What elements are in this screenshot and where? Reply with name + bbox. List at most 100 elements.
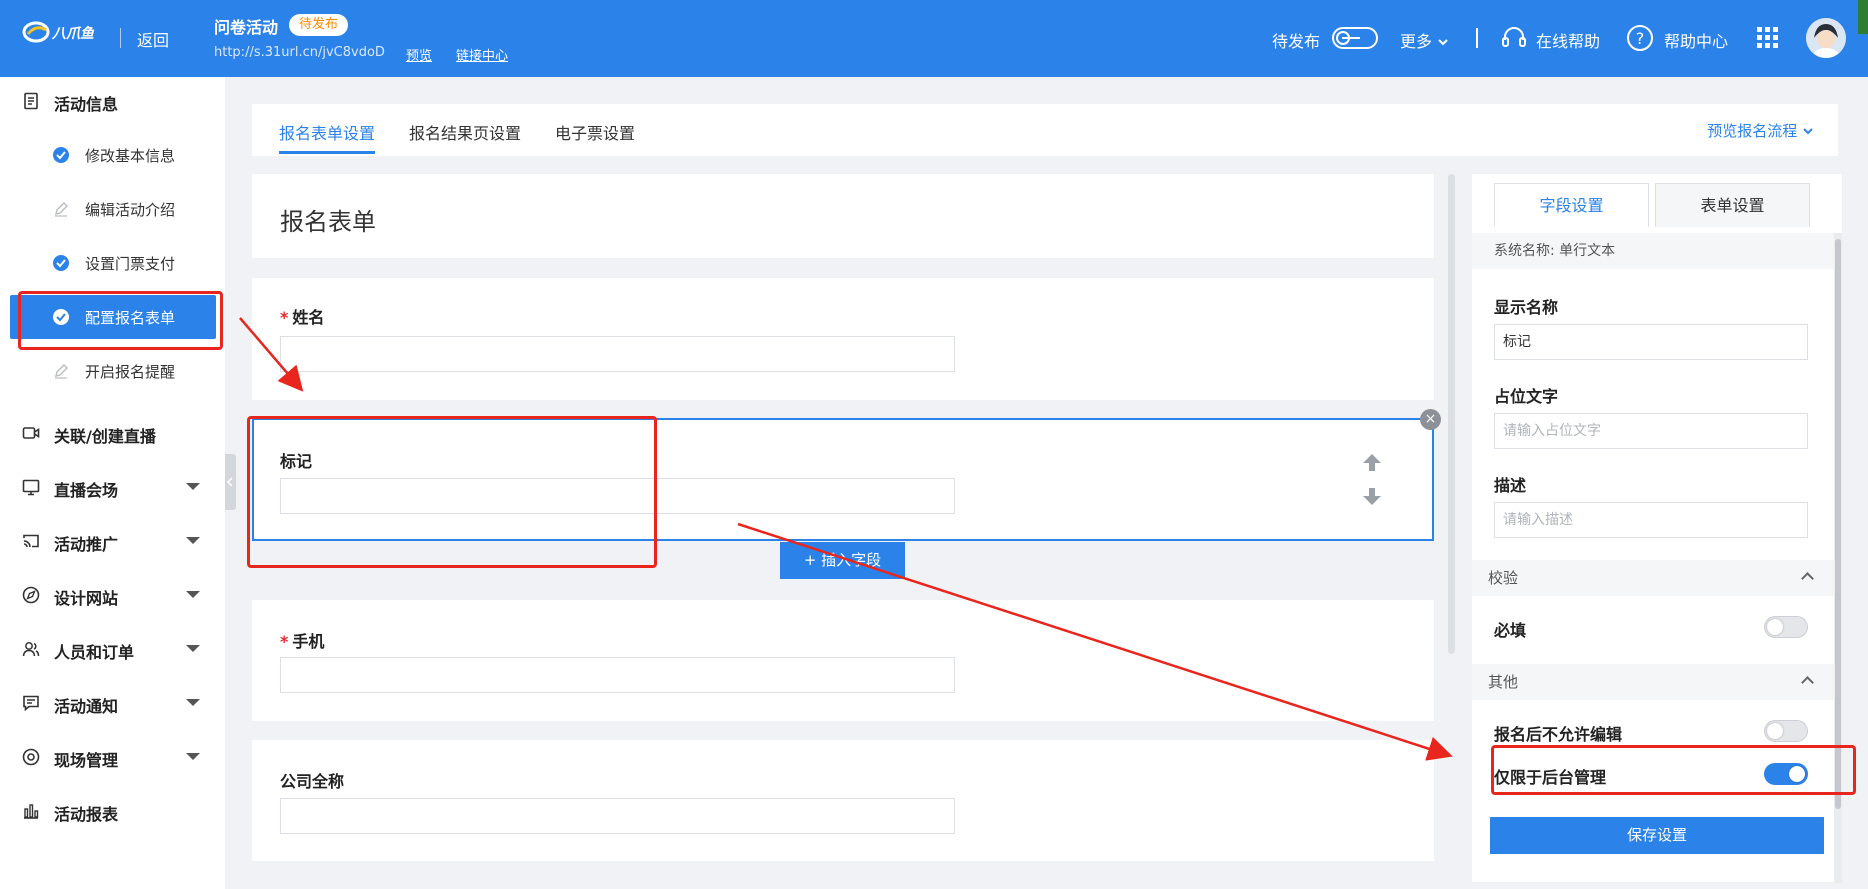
sidebar-item-people-orders[interactable]: 人员和订单	[0, 629, 225, 669]
avatar-icon	[1806, 18, 1846, 58]
sidebar-item-live-venue[interactable]: 直播会场	[0, 467, 225, 507]
form-field-phone[interactable]: * 手机	[252, 600, 1434, 721]
question-icon[interactable]: ?	[1626, 24, 1654, 52]
panel-scrollbar-thumb[interactable]	[1835, 239, 1841, 809]
header-divider	[120, 28, 121, 48]
more-menu[interactable]: 更多	[1400, 28, 1449, 52]
top-header: 八爪鱼 返回 问卷活动 待发布 http://s.31url.cn/jvC8vd…	[0, 0, 1868, 77]
move-up-icon[interactable]	[1361, 452, 1383, 474]
tab-result-page-settings[interactable]: 报名结果页设置	[409, 120, 521, 144]
publish-toggle[interactable]	[1332, 27, 1378, 49]
form-field-company[interactable]: 公司全称	[252, 740, 1434, 861]
sidebar-collapse-handle[interactable]	[225, 454, 236, 510]
publish-status-label: 待发布	[1272, 32, 1321, 51]
sidebar-sub-reminder[interactable]: 开启报名提醒	[0, 351, 225, 391]
sidebar-item-label: 直播会场	[54, 481, 119, 500]
display-name-label: 显示名称	[1494, 298, 1559, 317]
form-title-card: 报名表单	[252, 174, 1434, 258]
insert-field-button[interactable]: + 插入字段	[780, 542, 905, 579]
preview-link[interactable]: 预览	[406, 45, 432, 64]
chevron-up-icon	[1801, 676, 1814, 689]
required-switch[interactable]	[1764, 616, 1808, 638]
save-settings-button[interactable]: 保存设置	[1490, 817, 1824, 854]
video-icon	[22, 427, 40, 439]
display-name-input[interactable]: 标记	[1494, 324, 1808, 360]
system-name: 系统名称: 单行文本	[1472, 233, 1834, 269]
caret-down-icon	[186, 591, 200, 598]
settings-tabs: 报名表单设置 报名结果页设置 电子票设置 预览报名流程	[252, 104, 1838, 156]
svg-text:八爪鱼: 八爪鱼	[51, 25, 95, 42]
monitor-icon	[22, 479, 40, 496]
check-circle-icon	[53, 147, 69, 163]
sidebar-item-activity-info[interactable]: 活动信息	[0, 81, 225, 121]
caret-down-icon	[186, 645, 200, 652]
sidebar-item-live[interactable]: 关联/创建直播	[0, 413, 225, 453]
tab-eticket-settings[interactable]: 电子票设置	[555, 120, 635, 144]
svg-text:?: ?	[1636, 29, 1645, 48]
field-label-company: 公司全称	[280, 772, 345, 791]
required-asterisk: *	[280, 632, 289, 651]
sidebar-sub-ticket-payment[interactable]: 设置门票支付	[0, 243, 225, 283]
help-center-link[interactable]: 帮助中心	[1664, 28, 1728, 52]
field-label-name: * 姓名	[280, 308, 325, 327]
section-other[interactable]: 其他	[1472, 664, 1834, 700]
back-link[interactable]: 返回	[137, 27, 169, 51]
chevron-left-icon	[226, 477, 233, 487]
section-validation-label: 校验	[1488, 569, 1519, 587]
pencil-icon	[55, 364, 68, 379]
sidebar-item-label: 人员和订单	[54, 643, 135, 662]
sidebar-item-reports[interactable]: 活动报表	[0, 791, 225, 831]
caret-down-icon	[186, 537, 200, 544]
sidebar-item-label: 活动推广	[54, 535, 119, 554]
sidebar-item-label: 活动信息	[54, 95, 119, 114]
description-input[interactable]: 请输入描述	[1494, 502, 1808, 538]
headset-icon[interactable]	[1500, 24, 1528, 52]
sidebar-item-notifications[interactable]: 活动通知	[0, 683, 225, 723]
company-input[interactable]	[280, 798, 955, 834]
phone-input[interactable]	[280, 657, 955, 693]
section-validation[interactable]: 校验	[1472, 560, 1834, 596]
tab-form-settings-panel[interactable]: 表单设置	[1655, 183, 1810, 227]
section-other-label: 其他	[1488, 673, 1519, 691]
online-help-link[interactable]: 在线帮助	[1536, 28, 1600, 52]
caret-down-icon	[186, 753, 200, 760]
insert-field-label: 插入字段	[821, 551, 882, 569]
form-scrollbar[interactable]	[1448, 174, 1455, 654]
required-asterisk: *	[280, 308, 289, 327]
sidebar-sub-label: 编辑活动介绍	[85, 201, 176, 219]
header-separator	[1476, 28, 1478, 48]
form-field-name[interactable]: * 姓名	[252, 278, 1434, 400]
delete-field-icon[interactable]: ×	[1420, 409, 1441, 430]
preview-flow-dropdown[interactable]: 预览报名流程	[1707, 120, 1814, 141]
chevron-up-icon	[1801, 572, 1814, 585]
sidebar-item-onsite[interactable]: 现场管理	[0, 737, 225, 777]
placeholder-label: 占位文字	[1494, 387, 1559, 406]
document-icon	[24, 92, 38, 110]
user-avatar[interactable]	[1806, 18, 1846, 58]
sidebar-sub-edit-intro[interactable]: 编辑活动介绍	[0, 189, 225, 229]
sidebar-item-promotion[interactable]: 活动推广	[0, 521, 225, 561]
form-title: 报名表单	[280, 208, 376, 236]
pencil-icon	[55, 202, 68, 217]
placeholder-input[interactable]: 请输入占位文字	[1494, 413, 1808, 449]
tab-field-settings[interactable]: 字段设置	[1494, 183, 1649, 227]
link-center-link[interactable]: 链接中心	[456, 45, 508, 64]
sidebar-item-label: 活动报表	[54, 805, 119, 824]
more-label: 更多	[1400, 32, 1433, 51]
sidebar-item-design-site[interactable]: 设计网站	[0, 575, 225, 615]
brand-logo[interactable]: 八爪鱼	[22, 18, 106, 56]
activity-url: http://s.31url.cn/jvC8vdoD	[214, 45, 385, 60]
description-label: 描述	[1494, 476, 1527, 495]
sidebar-sub-label: 设置门票支付	[85, 255, 176, 273]
annotation-box-admin-only	[1491, 745, 1856, 795]
tab-form-settings[interactable]: 报名表单设置	[279, 120, 375, 144]
move-down-icon[interactable]	[1361, 485, 1383, 507]
field-label-phone: * 手机	[280, 632, 325, 651]
check-circle-icon	[53, 255, 69, 271]
apps-grid-icon[interactable]	[1754, 24, 1782, 52]
no-edit-switch[interactable]	[1764, 720, 1808, 742]
chevron-down-icon	[1438, 39, 1448, 46]
users-icon	[22, 642, 40, 657]
name-input[interactable]	[280, 336, 955, 372]
sidebar-sub-edit-basic-info[interactable]: 修改基本信息	[0, 135, 225, 175]
